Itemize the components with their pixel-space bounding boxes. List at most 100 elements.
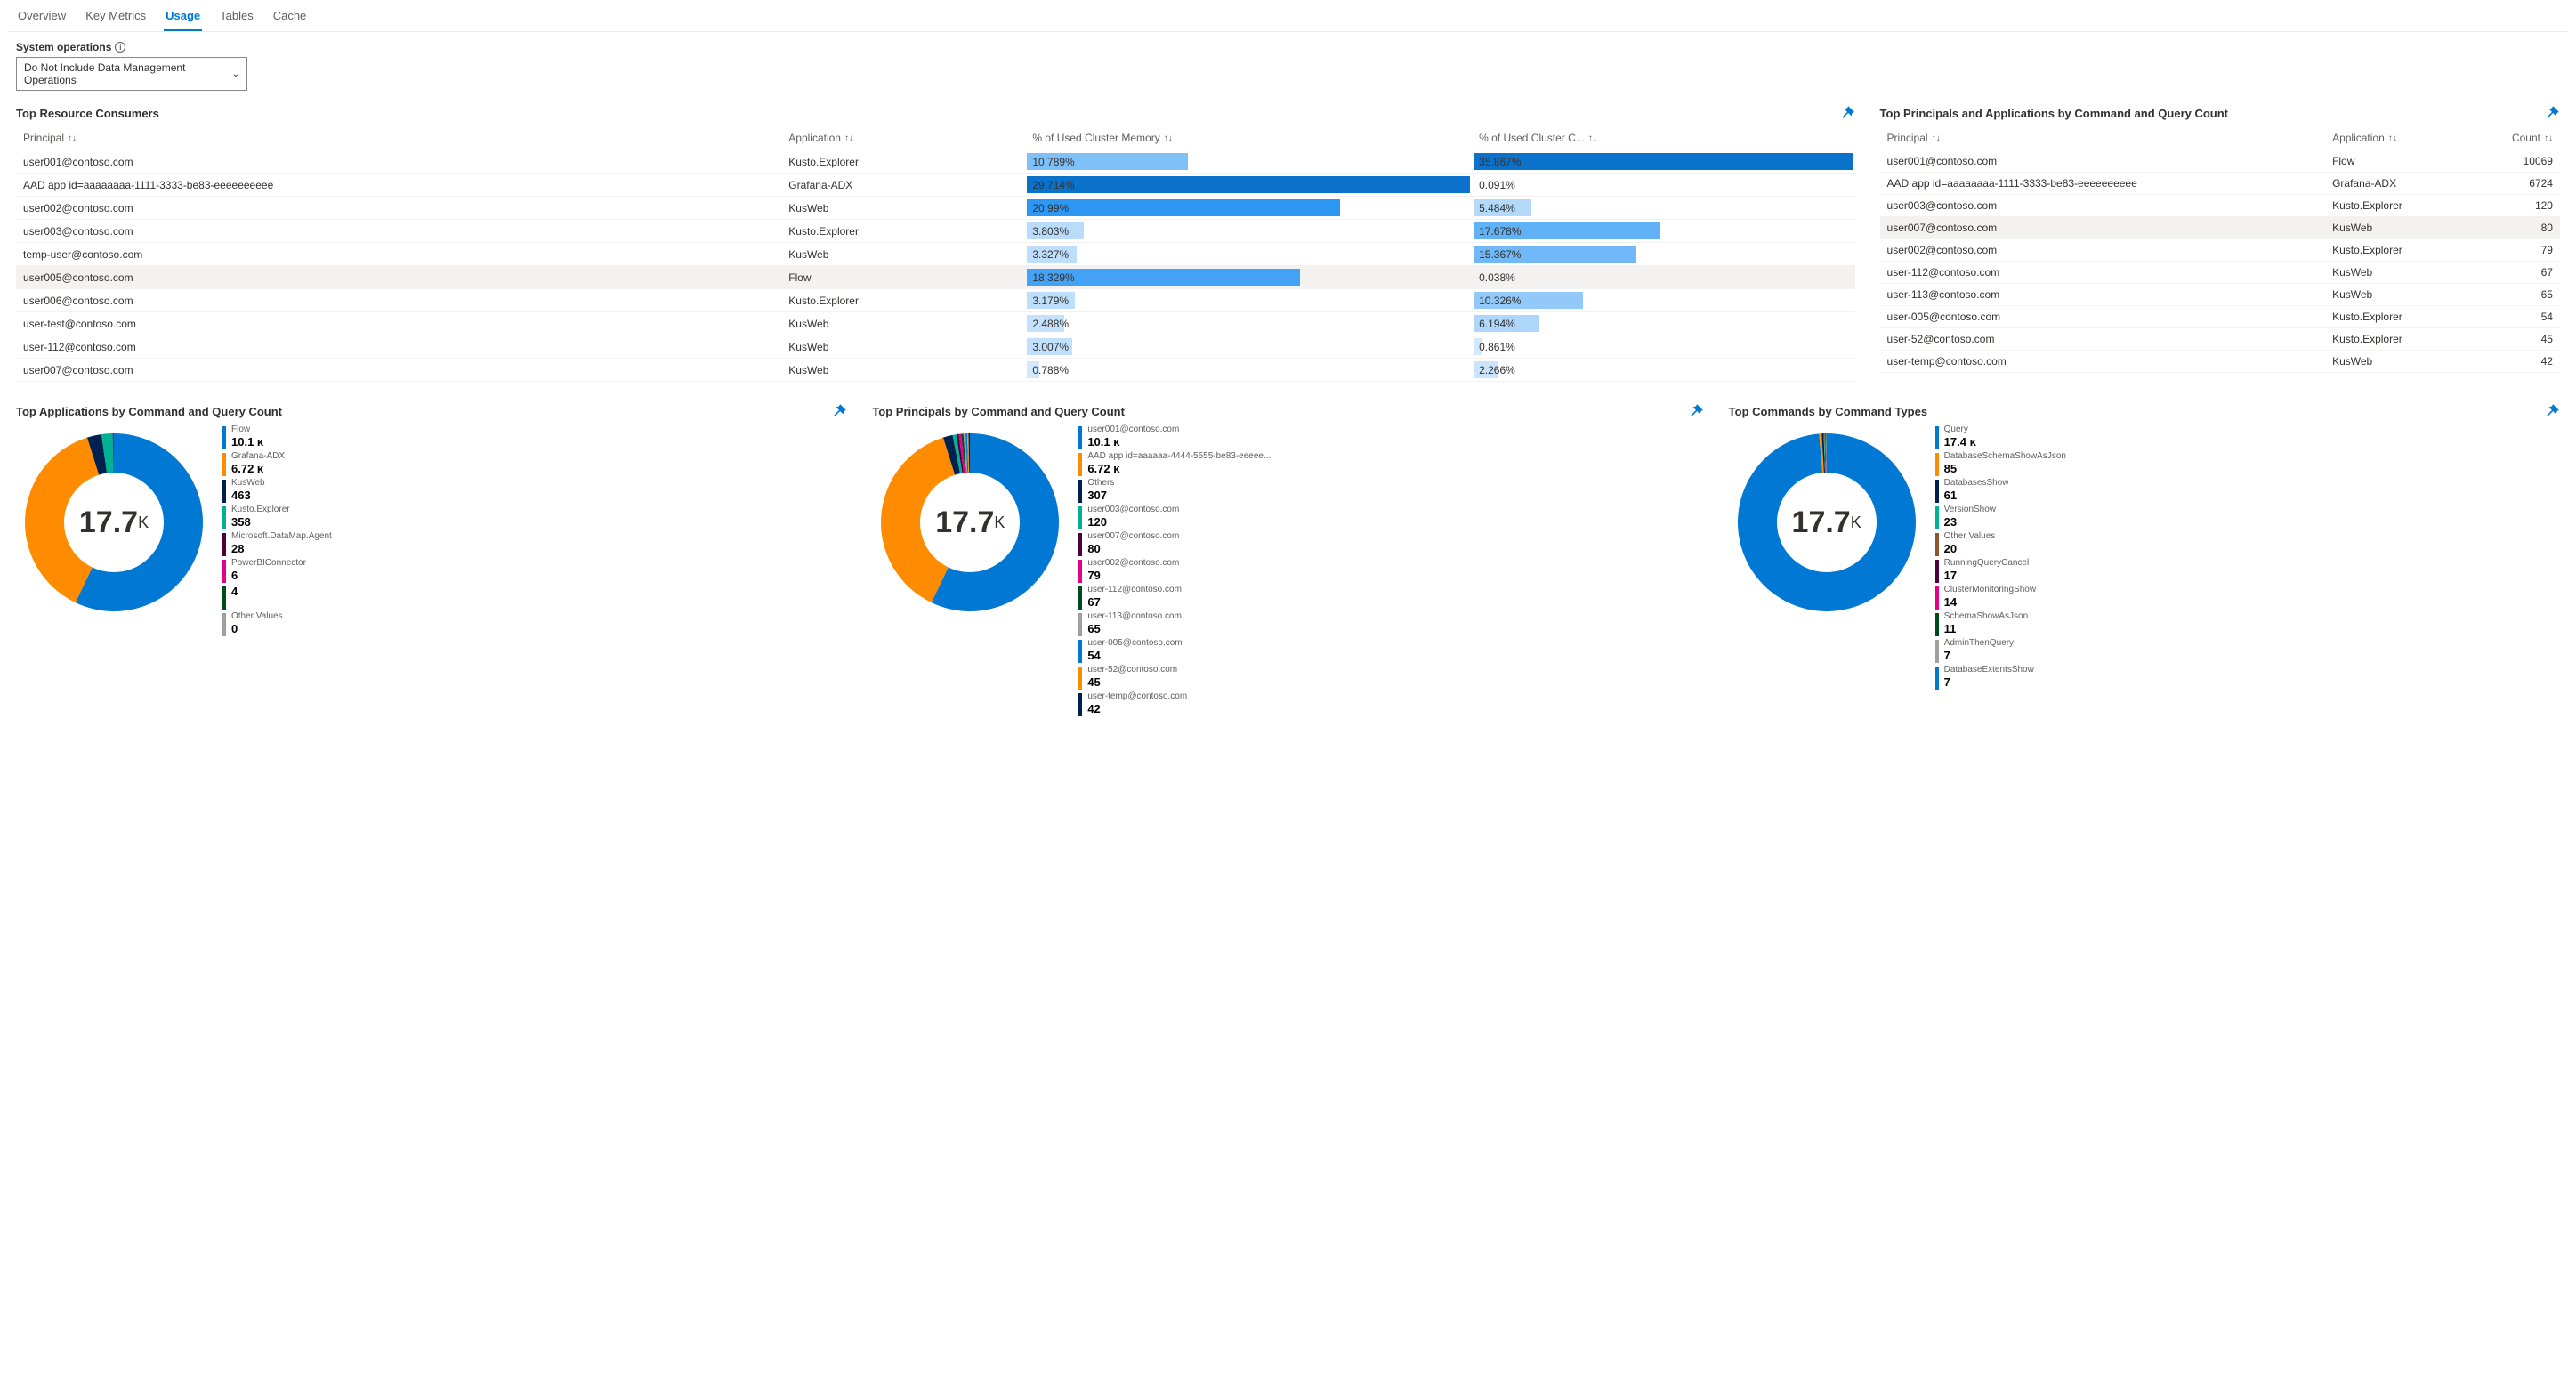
sort-icon: ↑↓: [2544, 133, 2553, 143]
table-row[interactable]: user007@contoso.com KusWeb 0.788% 2.266%: [16, 359, 1855, 382]
col-application[interactable]: Application↑↓: [781, 126, 1025, 150]
cell-memory: 3.803%: [1025, 220, 1472, 243]
cell-count: 67: [2467, 262, 2560, 284]
pin-icon[interactable]: [831, 403, 847, 419]
legend-item[interactable]: PowerBIConnector 6: [222, 558, 847, 583]
legend-item[interactable]: user-112@contoso.com 67: [1078, 585, 1703, 610]
table-row[interactable]: user003@contoso.com Kusto.Explorer 120: [1880, 195, 2560, 217]
cell-cpu: 15.367%: [1472, 243, 1854, 266]
legend-item[interactable]: Flow 10.1 ᴋ: [222, 424, 847, 449]
cell-count: 54: [2467, 306, 2560, 328]
legend-swatch: [1935, 426, 1939, 449]
filter-label: System operations i: [16, 41, 2560, 53]
col-memory[interactable]: % of Used Cluster Memory↑↓: [1025, 126, 1472, 150]
table-row[interactable]: AAD app id=aaaaaaaa-1111-3333-be83-eeeee…: [16, 174, 1855, 197]
tab-key-metrics[interactable]: Key Metrics: [84, 4, 148, 31]
legend-swatch: [222, 560, 226, 583]
system-operations-dropdown[interactable]: Do Not Include Data Management Operation…: [16, 57, 247, 91]
table-row[interactable]: temp-user@contoso.com KusWeb 3.327% 15.3…: [16, 243, 1855, 266]
table-row[interactable]: user002@contoso.com Kusto.Explorer 79: [1880, 239, 2560, 262]
legend-value: 54: [1087, 649, 1182, 663]
legend-item[interactable]: user-temp@contoso.com 42: [1078, 691, 1703, 716]
pin-icon[interactable]: [1688, 403, 1704, 419]
chart-legend: user001@contoso.com 10.1 ᴋ AAD app id=aa…: [1078, 424, 1703, 716]
filter-label-text: System operations: [16, 41, 111, 53]
legend-label: Flow: [231, 424, 263, 435]
legend-item[interactable]: RunningQueryCancel 17: [1935, 558, 2560, 583]
legend-label: user-temp@contoso.com: [1087, 691, 1187, 702]
col-principal[interactable]: Principal↑↓: [1880, 126, 2326, 150]
legend-item[interactable]: user003@contoso.com 120: [1078, 505, 1703, 529]
legend-item[interactable]: user002@contoso.com 79: [1078, 558, 1703, 583]
legend-item[interactable]: Other Values 20: [1935, 531, 2560, 556]
legend-item[interactable]: DatabaseExtentsShow 7: [1935, 665, 2560, 690]
legend-item[interactable]: Microsoft.DataMap.Agent 28: [222, 531, 847, 556]
legend-label: Query: [1944, 424, 1976, 435]
donut-chart[interactable]: 17.7K: [872, 424, 1068, 620]
table-row[interactable]: user007@contoso.com KusWeb 80: [1880, 217, 2560, 239]
legend-value: 10.1 ᴋ: [1087, 435, 1179, 449]
col-application[interactable]: Application↑↓: [2325, 126, 2467, 150]
pin-icon[interactable]: [2544, 403, 2560, 419]
pin-icon[interactable]: [1839, 105, 1855, 121]
legend-label: user003@contoso.com: [1087, 505, 1179, 515]
legend-item[interactable]: Others 307: [1078, 478, 1703, 503]
col-cpu[interactable]: % of Used Cluster C...↑↓: [1472, 126, 1854, 150]
tab-overview[interactable]: Overview: [16, 4, 68, 31]
col-count[interactable]: Count↑↓: [2467, 126, 2560, 150]
cell-count: 45: [2467, 328, 2560, 351]
table-row[interactable]: user005@contoso.com Flow 18.329% 0.038%: [16, 266, 1855, 289]
legend-item[interactable]: DatabaseSchemaShowAsJson 85: [1935, 451, 2560, 476]
legend-item[interactable]: 4: [222, 585, 847, 610]
table-row[interactable]: user-112@contoso.com KusWeb 3.007% 0.861…: [16, 335, 1855, 359]
table-row[interactable]: user-113@contoso.com KusWeb 65: [1880, 284, 2560, 306]
pin-icon[interactable]: [2544, 105, 2560, 121]
legend-item[interactable]: KusWeb 463: [222, 478, 847, 503]
table-row[interactable]: user-temp@contoso.com KusWeb 42: [1880, 351, 2560, 373]
table-row[interactable]: user-52@contoso.com Kusto.Explorer 45: [1880, 328, 2560, 351]
legend-label: SchemaShowAsJson: [1944, 611, 2029, 622]
table-row[interactable]: user-005@contoso.com Kusto.Explorer 54: [1880, 306, 2560, 328]
tab-tables[interactable]: Tables: [218, 4, 255, 31]
legend-item[interactable]: user-52@contoso.com 45: [1078, 665, 1703, 690]
table-row[interactable]: AAD app id=aaaaaaaa-1111-3333-be83-eeeee…: [1880, 173, 2560, 195]
donut-chart[interactable]: 17.7K: [1729, 424, 1925, 620]
cell-principal: user-52@contoso.com: [1880, 328, 2326, 351]
legend-item[interactable]: Kusto.Explorer 358: [222, 505, 847, 529]
info-icon[interactable]: i: [115, 42, 125, 53]
donut-chart[interactable]: 17.7K: [16, 424, 212, 620]
table-row[interactable]: user-test@contoso.com KusWeb 2.488% 6.19…: [16, 312, 1855, 335]
legend-item[interactable]: user-113@contoso.com 65: [1078, 611, 1703, 636]
legend-item[interactable]: AAD app id=aaaaaa-4444-5555-be83-eeeee..…: [1078, 451, 1703, 476]
legend-label: Kusto.Explorer: [231, 505, 290, 515]
table-row[interactable]: user001@contoso.com Kusto.Explorer 10.78…: [16, 150, 1855, 174]
legend-item[interactable]: ClusterMonitoringShow 14: [1935, 585, 2560, 610]
legend-label: user001@contoso.com: [1087, 424, 1179, 435]
legend-swatch: [1078, 506, 1082, 529]
legend-value: 85: [1944, 462, 2066, 476]
cell-application: Kusto.Explorer: [2325, 328, 2467, 351]
legend-item[interactable]: Other Values 0: [222, 611, 847, 636]
legend-item[interactable]: user-005@contoso.com 54: [1078, 638, 1703, 663]
cell-count: 120: [2467, 195, 2560, 217]
tab-usage[interactable]: Usage: [164, 4, 202, 31]
legend-item[interactable]: user007@contoso.com 80: [1078, 531, 1703, 556]
legend-label: KusWeb: [231, 478, 265, 489]
table-row[interactable]: user002@contoso.com KusWeb 20.99% 5.484%: [16, 197, 1855, 220]
legend-item[interactable]: DatabasesShow 61: [1935, 478, 2560, 503]
cell-principal: user002@contoso.com: [1880, 239, 2326, 262]
legend-item[interactable]: VersionShow 23: [1935, 505, 2560, 529]
col-principal[interactable]: Principal↑↓: [16, 126, 781, 150]
legend-item[interactable]: user001@contoso.com 10.1 ᴋ: [1078, 424, 1703, 449]
tab-cache[interactable]: Cache: [271, 4, 309, 31]
legend-item[interactable]: Query 17.4 ᴋ: [1935, 424, 2560, 449]
legend-item[interactable]: SchemaShowAsJson 11: [1935, 611, 2560, 636]
legend-item[interactable]: AdminThenQuery 7: [1935, 638, 2560, 663]
table-row[interactable]: user-112@contoso.com KusWeb 67: [1880, 262, 2560, 284]
table-row[interactable]: user001@contoso.com Flow 10069: [1880, 150, 2560, 173]
table-row[interactable]: user003@contoso.com Kusto.Explorer 3.803…: [16, 220, 1855, 243]
cell-memory: 3.007%: [1025, 335, 1472, 359]
legend-item[interactable]: Grafana-ADX 6.72 ᴋ: [222, 451, 847, 476]
table-row[interactable]: user006@contoso.com Kusto.Explorer 3.179…: [16, 289, 1855, 312]
filter-row: System operations i Do Not Include Data …: [16, 41, 2560, 91]
